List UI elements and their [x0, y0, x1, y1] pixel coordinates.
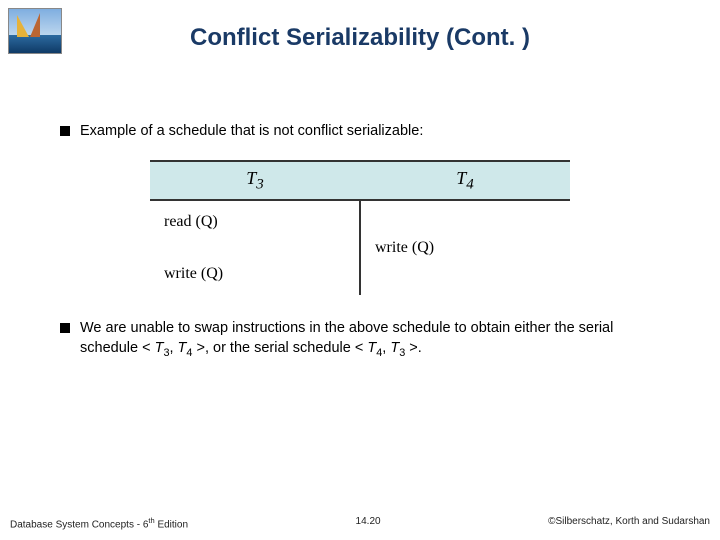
- schedule-op: write (Q): [164, 261, 359, 287]
- schedule-header-t4: T4: [360, 162, 570, 200]
- bullet-2: We are unable to swap instructions in th…: [60, 319, 660, 360]
- bullet-icon: [60, 323, 70, 333]
- schedule-header-t3: T3: [150, 162, 360, 200]
- bullet-1-text: Example of a schedule that is not confli…: [80, 122, 423, 142]
- schedule-op: write (Q): [375, 235, 570, 261]
- schedule-op-empty: [375, 261, 570, 287]
- footer-left: Database System Concepts - 6th Edition: [10, 516, 188, 530]
- schedule-op-empty: [164, 235, 359, 261]
- slide-title: Conflict Serializability (Cont. ): [0, 0, 720, 52]
- footer-right: ©Silberschatz, Korth and Sudarshan: [548, 516, 710, 530]
- schedule-header: T3 T4: [150, 160, 570, 202]
- schedule-table: T3 T4 read (Q) write (Q) write (Q): [150, 160, 570, 296]
- schedule-body: read (Q) write (Q) write (Q): [150, 201, 570, 295]
- schedule-op-empty: [375, 209, 570, 235]
- bullet-1: Example of a schedule that is not confli…: [60, 122, 660, 142]
- slide-footer: Database System Concepts - 6th Edition 1…: [0, 516, 720, 530]
- schedule-col-t4: write (Q): [361, 201, 570, 295]
- bullet-icon: [60, 126, 70, 136]
- slide-content: Example of a schedule that is not confli…: [0, 52, 720, 360]
- schedule-op: read (Q): [164, 209, 359, 235]
- logo-image: [8, 8, 62, 54]
- footer-center: 14.20: [356, 516, 381, 530]
- schedule-col-t3: read (Q) write (Q): [150, 201, 361, 295]
- bullet-2-text: We are unable to swap instructions in th…: [80, 319, 660, 360]
